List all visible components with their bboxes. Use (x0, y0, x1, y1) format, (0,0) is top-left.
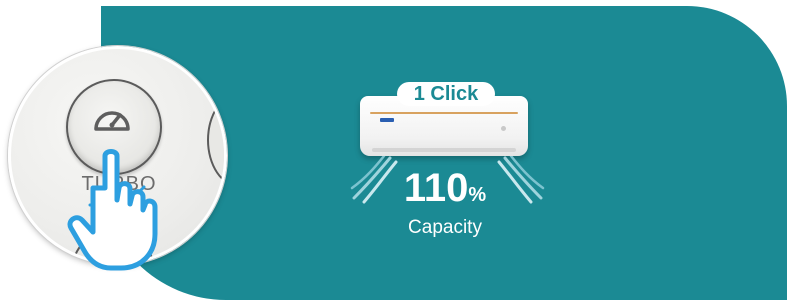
pointing-hand-icon (67, 149, 158, 271)
airflow-right-icon (497, 156, 545, 204)
capacity-number: 110 (403, 166, 469, 210)
speedometer-icon (94, 111, 130, 131)
capacity-value: 110% (395, 166, 495, 217)
ac-indicator-light (501, 126, 506, 131)
capacity-label: Capacity (408, 217, 482, 238)
ac-trim-stripe (370, 112, 518, 114)
ac-vent (372, 148, 516, 152)
capacity-unit: % (468, 184, 487, 206)
ac-brand-logo (380, 118, 394, 122)
airflow-left-icon (350, 156, 398, 204)
promo-banner: TURBO 1 Click 110% Capacity (0, 0, 787, 300)
one-click-badge: 1 Click (397, 82, 495, 106)
